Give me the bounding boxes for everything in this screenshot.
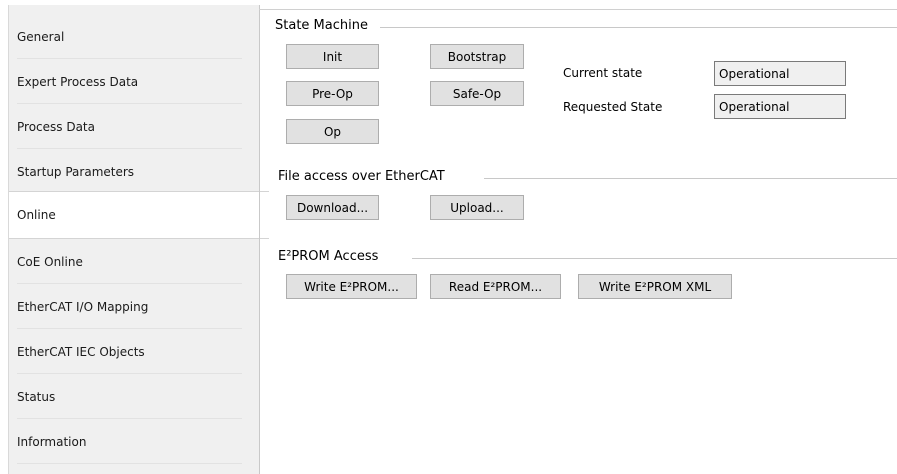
bootstrap-button[interactable]: Bootstrap — [430, 44, 524, 69]
panel-divider — [259, 5, 260, 474]
sidebar-item-label: EtherCAT IEC Objects — [17, 344, 145, 359]
upload-button[interactable]: Upload... — [430, 195, 524, 220]
sidebar-item-label: Status — [17, 389, 56, 404]
sidebar-item-online[interactable]: Online — [9, 191, 269, 239]
sidebar-item-general[interactable]: General — [9, 14, 260, 59]
eeprom-title: E²PROM Access — [278, 249, 387, 264]
write-eeprom-button[interactable]: Write E²PROM... — [286, 274, 417, 299]
sidebar-item-label: General — [17, 29, 65, 44]
sidebar-item-startup-parameters[interactable]: Startup Parameters — [9, 149, 260, 194]
section-separator — [484, 178, 897, 179]
current-state-field: Operational — [714, 61, 846, 86]
section-separator — [412, 258, 897, 259]
write-eeprom-xml-button[interactable]: Write E²PROM XML — [578, 274, 732, 299]
sidebar-item-expert-process-data[interactable]: Expert Process Data — [9, 59, 260, 104]
panel-top-border — [259, 9, 897, 10]
preop-button[interactable]: Pre-Op — [286, 81, 379, 106]
op-button[interactable]: Op — [286, 119, 379, 144]
state-machine-title: State Machine — [275, 18, 376, 33]
sidebar: General Expert Process Data Process Data… — [8, 5, 269, 474]
sidebar-item-ethercat-iec-objects[interactable]: EtherCAT IEC Objects — [9, 329, 260, 374]
sidebar-item-label: Information — [17, 434, 87, 449]
sidebar-item-status[interactable]: Status — [9, 374, 260, 419]
sidebar-item-label: EtherCAT I/O Mapping — [17, 299, 149, 314]
sidebar-item-process-data[interactable]: Process Data — [9, 104, 260, 149]
read-eeprom-button[interactable]: Read E²PROM... — [430, 274, 561, 299]
requested-state-field: Operational — [714, 94, 846, 119]
sidebar-item-label: Online — [17, 208, 56, 222]
current-state-label: Current state — [563, 66, 643, 80]
sidebar-item-label: CoE Online — [17, 254, 83, 269]
sidebar-item-label: Expert Process Data — [17, 74, 139, 89]
sidebar-item-ethercat-io-mapping[interactable]: EtherCAT I/O Mapping — [9, 284, 260, 329]
safeop-button[interactable]: Safe-Op — [430, 81, 524, 106]
download-button[interactable]: Download... — [286, 195, 379, 220]
section-separator — [380, 27, 897, 28]
requested-state-label: Requested State — [563, 100, 663, 114]
sidebar-item-label: Startup Parameters — [17, 164, 135, 179]
sidebar-item-label: Process Data — [17, 119, 95, 134]
sidebar-item-information[interactable]: Information — [9, 419, 260, 464]
init-button[interactable]: Init — [286, 44, 379, 69]
sidebar-item-coe-online[interactable]: CoE Online — [9, 239, 260, 284]
file-access-title: File access over EtherCAT — [278, 169, 453, 184]
